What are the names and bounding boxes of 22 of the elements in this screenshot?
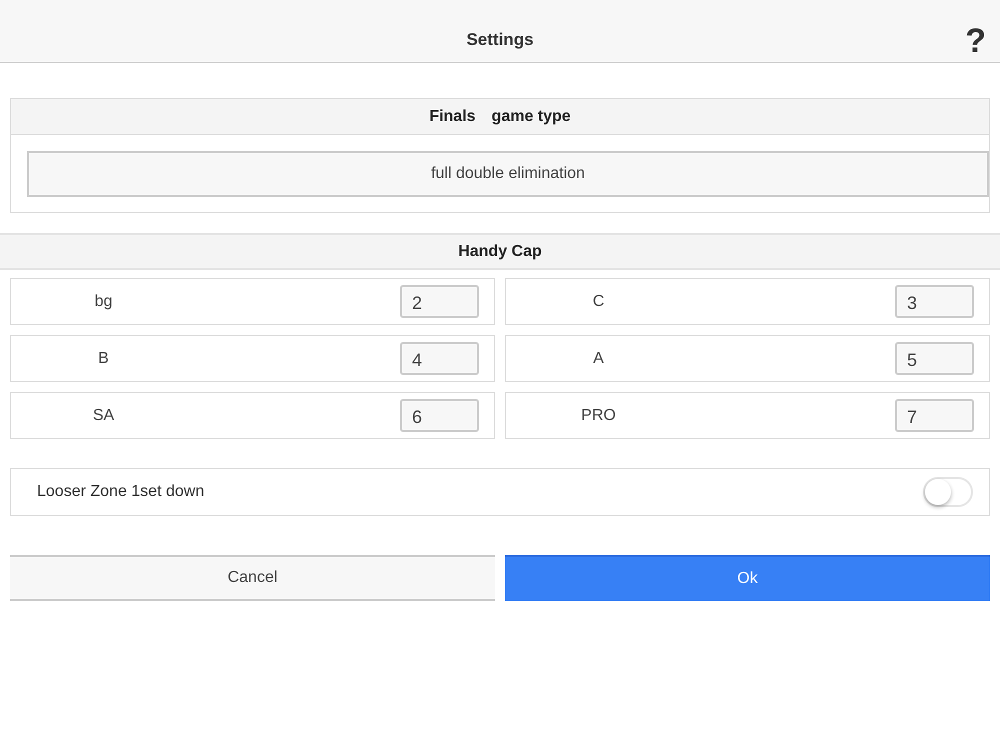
- section-title: Handy Cap: [458, 242, 542, 260]
- handicap-input[interactable]: 3: [895, 285, 974, 318]
- ok-button[interactable]: Ok: [505, 555, 990, 601]
- handicap-input[interactable]: 6: [400, 399, 479, 432]
- cancel-button[interactable]: Cancel: [10, 555, 495, 601]
- help-icon[interactable]: ?: [965, 24, 986, 58]
- panel-title: Finals: [429, 108, 476, 126]
- handicap-input[interactable]: 7: [895, 399, 974, 432]
- handicap-input[interactable]: 2: [400, 285, 479, 318]
- handicap-label: SA: [92, 406, 116, 424]
- handicap-label: bg: [94, 292, 114, 310]
- toggle-label: Looser Zone 1set down: [37, 483, 206, 501]
- handicap-label: C: [592, 292, 606, 310]
- handicap-input[interactable]: 5: [895, 342, 974, 375]
- handicap-label: PRO: [580, 406, 617, 424]
- handicap-label: B: [97, 350, 110, 368]
- panel-title: game type: [492, 108, 571, 126]
- handicap-input[interactable]: 4: [400, 342, 479, 375]
- game-type-button[interactable]: full double elimination: [27, 151, 989, 197]
- page-title: Settings: [466, 30, 534, 50]
- handicap-label: A: [592, 350, 605, 368]
- toggle-switch[interactable]: [923, 477, 973, 507]
